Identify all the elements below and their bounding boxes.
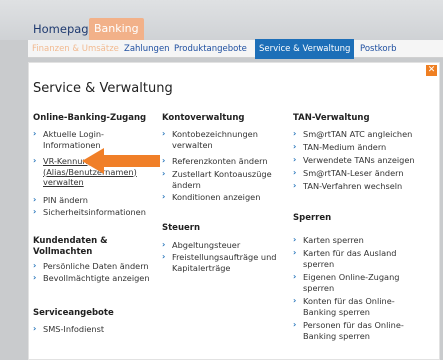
chevron-right-icon: › bbox=[293, 248, 297, 257]
link-pin-aendern[interactable]: › PIN ändern bbox=[33, 195, 153, 206]
sub-navigation: Finanzen & Umsätze Zahlungen Produktange… bbox=[28, 39, 443, 59]
tab-banking[interactable]: Banking bbox=[89, 18, 144, 40]
chevron-right-icon: › bbox=[293, 235, 297, 244]
section-kundendaten-title: Kundendaten & Vollmachten bbox=[33, 236, 108, 257]
chevron-right-icon: › bbox=[162, 240, 166, 249]
subnav-produktangebote[interactable]: Produktangebote bbox=[174, 40, 247, 58]
link-karten-ausland[interactable]: › Karten für das Ausland sperren bbox=[293, 248, 418, 269]
link-zustellart[interactable]: › Zustellart Kontoauszüge ändern bbox=[162, 169, 282, 190]
chevron-right-icon: › bbox=[33, 129, 37, 138]
top-navigation: Homepage Banking bbox=[0, 0, 443, 40]
link-online-zugang-sperren[interactable]: › Eigenen Online-Zugang sperren bbox=[293, 272, 418, 293]
link-konten-sperren[interactable]: › Konten für das Online-Banking sperren bbox=[293, 296, 408, 317]
chevron-right-icon: › bbox=[33, 207, 37, 216]
chevron-right-icon: › bbox=[293, 168, 297, 177]
chevron-right-icon: › bbox=[33, 261, 37, 270]
chevron-right-icon: › bbox=[33, 273, 37, 282]
section-sperren-title: Sperren bbox=[293, 213, 332, 223]
chevron-right-icon: › bbox=[293, 320, 297, 329]
link-personen-sperren[interactable]: › Personen für das Online-Banking sperre… bbox=[293, 320, 423, 341]
link-freistellungsauftraege[interactable]: › Freistellungsaufträge und Kapitalerträ… bbox=[162, 252, 282, 273]
panel-title: Service & Verwaltung bbox=[33, 81, 173, 96]
chevron-right-icon: › bbox=[33, 156, 37, 165]
chevron-right-icon: › bbox=[162, 129, 166, 138]
link-sicherheitsinformationen[interactable]: › Sicherheitsinformationen bbox=[33, 207, 153, 218]
chevron-right-icon: › bbox=[293, 272, 297, 281]
link-karten-sperren[interactable]: › Karten sperren bbox=[293, 235, 433, 246]
close-icon[interactable]: ✕ bbox=[426, 65, 437, 76]
link-aktuelle-login[interactable]: › Aktuelle Login-Informationen bbox=[33, 129, 153, 150]
subnav-postkorb[interactable]: Postkorb bbox=[360, 40, 397, 58]
section-steuern-title: Steuern bbox=[162, 223, 201, 233]
chevron-right-icon: › bbox=[162, 156, 166, 165]
link-abgeltungsteuer[interactable]: › Abgeltungsteuer bbox=[162, 240, 282, 251]
link-persoenliche-daten[interactable]: › Persönliche Daten ändern bbox=[33, 261, 153, 272]
chevron-right-icon: › bbox=[162, 192, 166, 201]
chevron-right-icon: › bbox=[293, 181, 297, 190]
link-tan-verfahren[interactable]: › TAN-Verfahren wechseln bbox=[293, 181, 433, 192]
link-sms-infodienst[interactable]: › SMS-Infodienst bbox=[33, 324, 153, 335]
link-konditionen[interactable]: › Konditionen anzeigen bbox=[162, 192, 282, 203]
chevron-right-icon: › bbox=[293, 142, 297, 151]
section-online-banking-title: Online-Banking-Zugang bbox=[33, 113, 147, 123]
chevron-right-icon: › bbox=[293, 129, 297, 138]
chevron-right-icon: › bbox=[293, 296, 297, 305]
subnav-finanzen[interactable]: Finanzen & Umsätze bbox=[32, 40, 119, 58]
section-tan-title: TAN-Verwaltung bbox=[293, 113, 370, 123]
service-panel: ✕ Service & Verwaltung Online-Banking-Zu… bbox=[28, 62, 440, 360]
link-verwendete-tans[interactable]: › Verwendete TANs anzeigen bbox=[293, 155, 433, 166]
chevron-right-icon: › bbox=[162, 252, 166, 261]
link-smarttan-atc[interactable]: › Sm@rtTAN ATC angleichen bbox=[293, 129, 433, 140]
section-serviceangebote-title: Serviceangebote bbox=[33, 308, 114, 318]
link-referenzkonten[interactable]: › Referenzkonten ändern bbox=[162, 156, 282, 167]
link-bevollmaechtigte[interactable]: › Bevollmächtigte anzeigen bbox=[33, 273, 153, 284]
chevron-right-icon: › bbox=[162, 169, 166, 178]
subnav-zahlungen[interactable]: Zahlungen bbox=[124, 40, 170, 58]
section-kontoverwaltung-title: Kontoverwaltung bbox=[162, 113, 245, 123]
chevron-right-icon: › bbox=[33, 195, 37, 204]
link-tan-medium[interactable]: › TAN-Medium ändern bbox=[293, 142, 433, 153]
chevron-right-icon: › bbox=[33, 324, 37, 333]
link-kontobezeichnungen[interactable]: › Kontobezeichnungen verwalten bbox=[162, 129, 282, 150]
subnav-service-verwaltung[interactable]: Service & Verwaltung bbox=[255, 39, 355, 59]
orange-arrow-annotation bbox=[82, 148, 160, 174]
chevron-right-icon: › bbox=[293, 155, 297, 164]
link-smarttan-leser[interactable]: › Sm@rtTAN-Leser ändern bbox=[293, 168, 433, 179]
